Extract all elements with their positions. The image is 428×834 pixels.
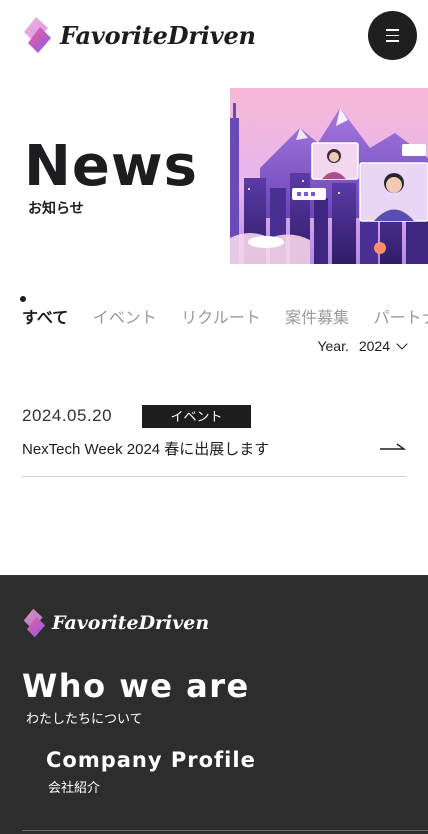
logo-mark-icon (23, 608, 46, 638)
tab-partner[interactable]: パートナー (374, 304, 428, 328)
tab-event[interactable]: イベント (93, 304, 157, 328)
who-we-are-subtitle: わたしたちについて (26, 711, 143, 726)
brand-logo[interactable]: FavoriteDriven (22, 16, 256, 54)
news-list-item[interactable]: 2024.05.20 イベント NexTech Week 2024 春に出展しま… (22, 398, 406, 477)
page-subtitle: お知らせ (28, 200, 84, 216)
year-value: 2024 (358, 338, 390, 354)
brand-name: FavoriteDriven (60, 20, 256, 50)
tab-project[interactable]: 案件募集 (285, 304, 349, 328)
tab-recruit[interactable]: リクルート (181, 304, 261, 328)
year-select[interactable]: Year. 2024 (317, 338, 408, 354)
footer-brand-name: FavoriteDriven (52, 612, 210, 634)
who-we-are-heading: Who we are (22, 667, 250, 705)
footer-divider (22, 830, 428, 831)
menu-button[interactable] (368, 11, 417, 60)
news-date: 2024.05.20 (22, 406, 113, 425)
chevron-down-icon (396, 338, 408, 350)
news-title: NexTech Week 2024 春に出展します (22, 441, 270, 458)
logo-mark-icon (24, 17, 51, 53)
arrow-right-icon (380, 443, 406, 450)
category-tabs: すべて イベント リクルート 案件募集 パートナー (22, 304, 428, 328)
site-footer: FavoriteDriven Who we are わたしたちについて Comp… (0, 575, 428, 834)
hero-illustration (230, 88, 428, 264)
site-header: FavoriteDriven (0, 0, 428, 72)
active-tab-indicator (20, 296, 26, 302)
company-profile-subtitle: 会社紹介 (48, 780, 101, 795)
footer-brand-logo[interactable]: FavoriteDriven (22, 608, 209, 638)
page-title: News (24, 134, 198, 199)
hamburger-icon (386, 29, 399, 31)
tab-all[interactable]: すべて (22, 304, 68, 328)
year-label: Year. (317, 338, 349, 354)
news-category-badge: イベント (142, 405, 251, 428)
company-profile-link[interactable]: Company Profile (46, 748, 256, 772)
